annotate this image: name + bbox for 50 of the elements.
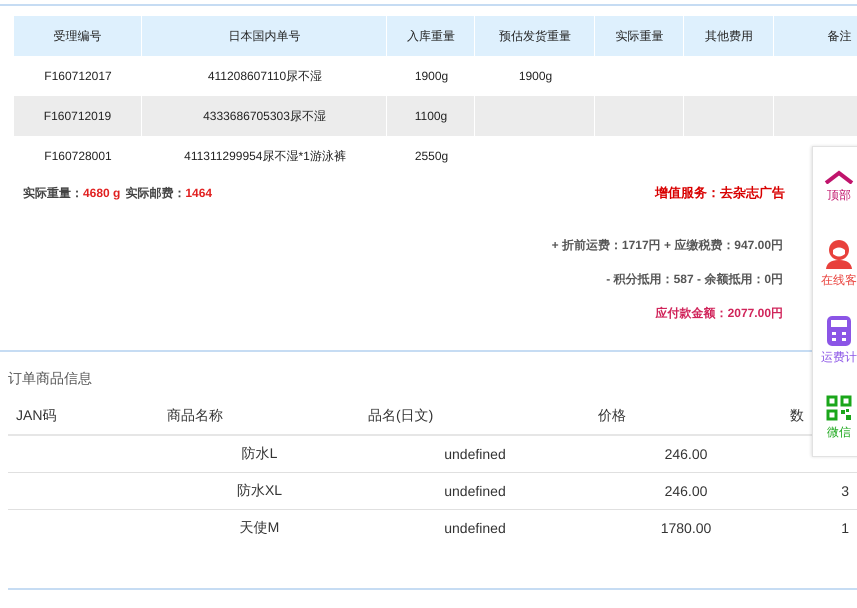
weight-label: 实际重量： (23, 184, 83, 202)
postage-label: 实际邮费： (125, 184, 186, 202)
table-cell: 4333686705303尿不湿 (143, 96, 387, 136)
column-header: 价格 (598, 407, 626, 425)
table-cell-text: 1 (840, 519, 850, 538)
table-cell-text: 天使M (238, 518, 280, 537)
fee-line: + 折前运费：1717円 + 应缴税费：947.00円 (552, 237, 783, 254)
column-header: 商品名称 (167, 407, 223, 425)
table-cell: F160712019 (14, 96, 142, 136)
total-amount: 应付款金额：2077.00円 (656, 305, 783, 322)
fee-line: - 积分抵用：587 - 余额抵用：0円 (606, 271, 783, 288)
column-header: 实际重量 (596, 16, 684, 56)
column-header: 受理编号 (14, 16, 142, 56)
section-title: 订单商品信息 (8, 370, 92, 388)
headset-person-icon (825, 238, 853, 268)
column-header: 入库重量 (388, 16, 475, 56)
table-cell-text: undefined (443, 445, 507, 464)
table-cell-text: 1900g (414, 68, 450, 85)
table-cell-text: undefined (443, 482, 507, 501)
weight-value: 4680 g (83, 186, 120, 200)
table-cell-text: 防水L (240, 444, 278, 463)
chevron-up-icon (824, 170, 854, 184)
sidebar-link[interactable]: 顶部 (827, 188, 851, 202)
service-text: 增值服务：去杂志广告 (655, 184, 785, 202)
table-cell-text: 2550g (414, 148, 450, 165)
table-cell-text: 3 (840, 482, 850, 501)
table-cell-text: 246.00 (664, 482, 708, 501)
sidebar-link[interactable]: 运费计 (821, 350, 857, 364)
column-header: 数 (790, 407, 804, 425)
table-cell-text: 防水XL (236, 481, 284, 500)
table-cell-text: F160712017 (43, 68, 113, 85)
column-header: 日本国内单号 (143, 16, 387, 56)
table-cell-text: 411311299954尿不湿*1游泳裤 (183, 148, 347, 164)
postage-value: 1464 (185, 186, 212, 200)
column-header: 预估发货重量 (476, 16, 595, 56)
column-header: 其他费用 (685, 16, 774, 56)
sidebar-link[interactable]: 在线客 (821, 272, 857, 286)
table-cell-text: F160728001 (43, 148, 113, 165)
column-header: 品名(日文) (368, 407, 434, 425)
sidebar-link[interactable]: 微信 (827, 424, 851, 438)
table-cell-text: undefined (443, 519, 507, 538)
column-header: 备注 (775, 16, 857, 56)
table-cell-text: 1780.00 (660, 519, 712, 538)
table-cell-text: 411208607110尿不湿 (206, 68, 324, 84)
table-cell: 1100g (388, 96, 475, 136)
qr-code-icon (826, 394, 852, 420)
column-header: JAN码 (16, 407, 56, 425)
calculator-icon (827, 316, 851, 346)
table-cell-text: 246.00 (664, 445, 708, 464)
table-cell-text: 1900g (518, 68, 554, 85)
